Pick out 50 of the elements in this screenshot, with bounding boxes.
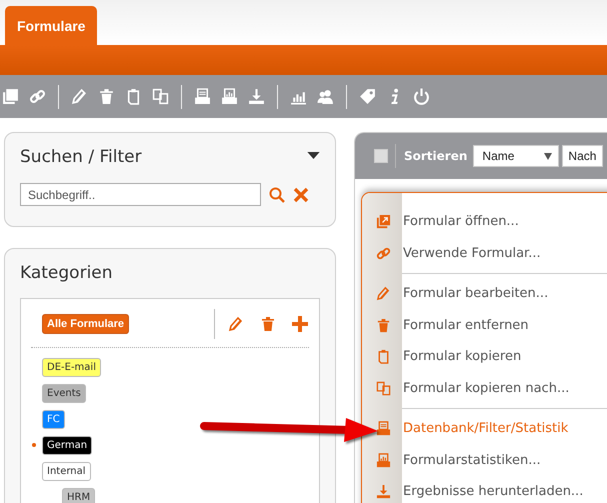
sort-label: Sortieren (404, 149, 468, 163)
menu-item[interactable]: Formular entfernen (376, 310, 607, 341)
trash-icon (260, 316, 276, 332)
caret-icon[interactable] (307, 152, 320, 159)
category-tag[interactable]: DE-E-mail (42, 358, 101, 376)
open-window-icon (376, 214, 391, 230)
category-tag[interactable]: German (42, 436, 92, 454)
category-tag[interactable]: Internal (42, 462, 91, 480)
current-dot (32, 443, 36, 447)
open-window-icon[interactable] (2, 88, 19, 105)
caret-icon (544, 152, 552, 160)
category-tag[interactable]: Events (42, 384, 86, 402)
chart-drawer-icon[interactable] (221, 88, 238, 105)
menu-item[interactable]: Formular kopieren nach... (376, 372, 607, 404)
drawer-icon[interactable] (194, 88, 211, 105)
clipboard-icon (376, 349, 391, 364)
tag-icon[interactable] (359, 88, 376, 105)
pencil-icon (376, 286, 391, 302)
copy-icon[interactable] (152, 88, 169, 105)
menu-item[interactable]: Formular öffnen... (376, 206, 607, 238)
plus-icon[interactable] (292, 316, 308, 332)
sort-dropdown[interactable]: Name (473, 145, 560, 167)
download-icon (376, 484, 391, 500)
drawer-icon (376, 421, 391, 436)
trash-icon (376, 318, 391, 333)
chart-drawer-icon (376, 452, 391, 468)
download-icon[interactable] (248, 88, 265, 105)
copy-icon (376, 380, 391, 396)
search-icon[interactable] (269, 186, 285, 202)
close-icon[interactable] (293, 186, 309, 202)
select-all-checkbox[interactable] (374, 149, 388, 163)
link-icon (376, 246, 391, 261)
pencil-icon (228, 316, 244, 332)
menu-item[interactable]: Ergebnisse herunterladen... (376, 476, 607, 503)
menu-item[interactable]: Formular kopieren (376, 341, 607, 372)
clipboard-icon[interactable] (125, 88, 142, 105)
menu-item[interactable]: Formular bearbeiten... (376, 278, 607, 310)
sort-dropdown[interactable]: Nach (562, 145, 604, 167)
menu-item[interactable]: Formularstatistiken... (376, 444, 607, 476)
menu-item[interactable]: Verwende Formular... (376, 238, 607, 269)
link-icon[interactable] (29, 88, 46, 105)
category-tag[interactable]: FC (42, 410, 65, 428)
category-tag[interactable]: HRM (62, 488, 96, 503)
users-icon[interactable] (317, 88, 334, 105)
power-icon[interactable] (413, 88, 430, 105)
panel-title: Kategorien (20, 263, 114, 283)
panel-title: Suchen / Filter (20, 147, 142, 167)
pencil-icon[interactable] (71, 88, 88, 105)
trash-icon[interactable] (98, 88, 115, 105)
search-field[interactable]: Suchbegriff.. (20, 183, 261, 206)
